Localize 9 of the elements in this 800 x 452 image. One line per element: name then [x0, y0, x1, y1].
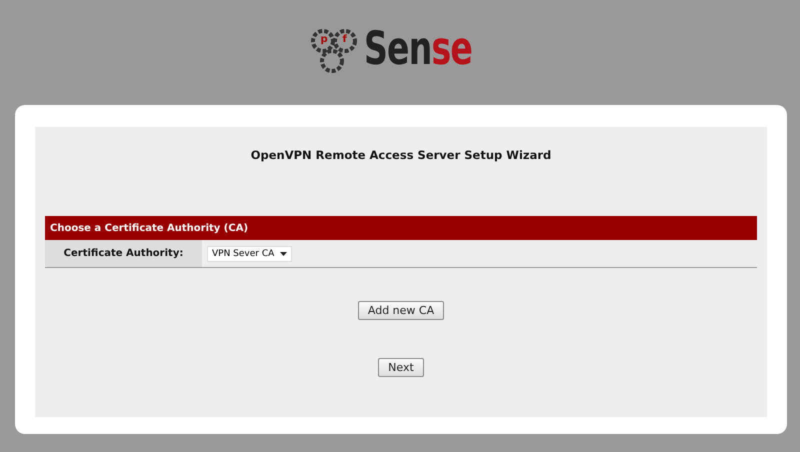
- logo-gears-drawing: p f: [310, 24, 360, 74]
- field-label: Certificate Authority:: [45, 240, 202, 267]
- section-header: Choose a Certificate Authority (CA): [45, 216, 757, 240]
- logo-wordmark: Sense: [364, 20, 473, 74]
- caret-icon: [280, 252, 288, 256]
- add-ca-button[interactable]: Add new CA: [358, 301, 444, 320]
- ca-dropdown[interactable]: VPN Sever CA: [207, 246, 292, 262]
- next-button[interactable]: Next: [378, 358, 424, 377]
- wizard-title: OpenVPN Remote Access Server Setup Wizard: [250, 148, 552, 164]
